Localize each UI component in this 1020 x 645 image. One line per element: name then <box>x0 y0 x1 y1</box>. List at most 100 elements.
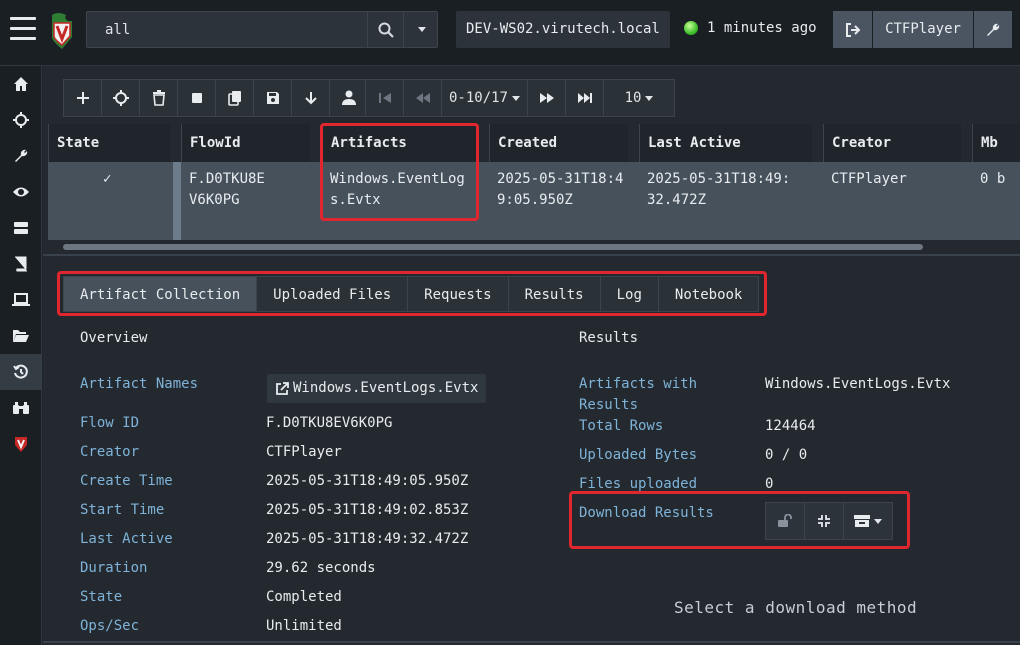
sidebar-item-velociraptor[interactable] <box>0 426 42 462</box>
user-button[interactable] <box>330 80 368 116</box>
start-time-value: 2025-05-31T18:49:02.853Z <box>266 502 469 518</box>
plus-icon <box>76 92 89 104</box>
hamburger-menu-icon[interactable] <box>10 17 36 41</box>
arrow-down-icon <box>304 92 317 105</box>
search-input[interactable] <box>87 12 367 47</box>
artifact-names-label: Artifact Names <box>80 376 199 392</box>
first-page-button[interactable] <box>366 80 404 116</box>
cell-mb: 0 b <box>980 171 1006 187</box>
last-active-value: 2025-05-31T18:49:32.472Z <box>266 531 469 547</box>
sidebar-item-hunt-search[interactable] <box>0 390 42 426</box>
download-button[interactable] <box>292 80 330 116</box>
copy-button[interactable] <box>216 80 254 116</box>
chevron-down-icon <box>417 27 426 32</box>
last-page-button[interactable] <box>566 80 604 116</box>
chevron-down-icon <box>512 95 520 101</box>
settings-button[interactable] <box>974 11 1012 48</box>
unlocked-download-button[interactable] <box>766 503 805 539</box>
artifact-name-link[interactable]: Windows.EventLogs.Evtx <box>267 374 487 403</box>
sidebar-item-home[interactable] <box>0 66 42 102</box>
online-status-icon <box>684 21 698 35</box>
sidebar <box>0 66 42 645</box>
cell-created: 2025-05-31T18:49:05.950Z <box>497 171 624 208</box>
cell-flowid: F.D0TKU8EV6K0PG <box>189 171 265 208</box>
sidebar-item-vfs[interactable] <box>0 318 42 354</box>
sidebar-item-events[interactable] <box>0 174 42 210</box>
uploaded-bytes-label: Uploaded Bytes <box>579 447 698 463</box>
state-label: State <box>80 589 123 605</box>
forward-icon <box>539 93 554 103</box>
download-options <box>765 502 893 540</box>
flow-toolbar <box>63 79 369 117</box>
crosshairs-icon <box>13 112 29 128</box>
top-bar: DEV-WS02.virutech.local 1 minutes ago CT… <box>0 0 1020 66</box>
sidebar-item-collected[interactable] <box>0 354 42 390</box>
page-size-dropdown[interactable]: 10 <box>604 80 674 116</box>
tab-notebook[interactable]: Notebook <box>658 276 760 312</box>
files-uploaded-label: Files uploaded <box>579 476 698 492</box>
row-selection-marker <box>173 162 181 240</box>
column-header-creator[interactable]: Creator <box>823 124 961 162</box>
last-active-label: Last Active <box>80 531 173 547</box>
save-button[interactable] <box>254 80 292 116</box>
stop-button[interactable] <box>178 80 216 116</box>
sidebar-item-notebooks[interactable] <box>0 246 42 282</box>
column-header-state[interactable]: State <box>48 124 170 162</box>
panel-divider[interactable] <box>43 254 1020 256</box>
search-dropdown-button[interactable] <box>403 12 439 47</box>
user-menu-button[interactable]: CTFPlayer <box>873 11 973 48</box>
unlock-icon <box>778 514 792 527</box>
next-page-button[interactable] <box>528 80 566 116</box>
tab-uploaded-files[interactable]: Uploaded Files <box>257 276 409 312</box>
archive-download-dropdown[interactable] <box>844 503 892 539</box>
overview-title: Overview <box>80 330 148 346</box>
artifacts-with-results-value: Windows.EventLogs.Evtx <box>765 376 951 392</box>
sidebar-item-server[interactable] <box>0 210 42 246</box>
collect-again-button[interactable] <box>102 80 140 116</box>
tab-requests[interactable]: Requests <box>408 276 509 312</box>
column-header-artifacts[interactable]: Artifacts <box>322 124 477 162</box>
total-rows-value: 124464 <box>765 418 816 434</box>
logout-button[interactable] <box>833 11 872 48</box>
new-collection-button[interactable] <box>64 80 102 116</box>
total-rows-label: Total Rows <box>579 418 664 434</box>
velociraptor-shield-icon <box>15 437 27 452</box>
duration-value: 29.62 seconds <box>266 560 376 576</box>
tab-results[interactable]: Results <box>508 276 601 312</box>
ops-sec-label: Ops/Sec <box>80 618 140 634</box>
tab-log[interactable]: Log <box>600 276 659 312</box>
search-button[interactable] <box>367 12 403 47</box>
state-value: Completed <box>266 589 342 605</box>
column-header-last-active[interactable]: Last Active <box>639 124 812 162</box>
compress-download-button[interactable] <box>805 503 844 539</box>
home-icon <box>14 77 28 91</box>
client-hostname[interactable]: DEV-WS02.virutech.local <box>456 11 670 48</box>
trash-icon <box>152 90 165 106</box>
page-range-dropdown[interactable]: 0-10/17 <box>442 80 528 116</box>
velociraptor-logo[interactable] <box>46 11 78 51</box>
laptop-icon <box>12 293 30 306</box>
column-header-created[interactable]: Created <box>489 124 628 162</box>
previous-page-button[interactable] <box>404 80 442 116</box>
files-uploaded-value: 0 <box>765 476 774 492</box>
sidebar-item-hunts[interactable] <box>0 102 42 138</box>
archive-icon <box>854 515 870 527</box>
sidebar-item-client-info[interactable] <box>0 282 42 318</box>
horizontal-scrollbar[interactable] <box>63 244 923 250</box>
stop-icon <box>191 93 202 103</box>
last-seen-text: 1 minutes ago <box>707 20 817 36</box>
artifacts-with-results-label: Artifacts with Results <box>579 376 698 413</box>
column-header-flowid[interactable]: FlowId <box>181 124 310 162</box>
binoculars-icon <box>13 402 29 414</box>
page-range-text: 0-10/17 <box>448 90 508 106</box>
cell-last-active: 2025-05-31T18:49:32.472Z <box>647 171 791 208</box>
sidebar-item-artifacts[interactable] <box>0 138 42 174</box>
crosshairs-icon <box>112 90 129 106</box>
column-header-mb[interactable]: Mb <box>972 124 1020 162</box>
delete-button[interactable] <box>140 80 178 116</box>
chevron-down-icon <box>645 95 654 101</box>
artifact-name-text: Windows.EventLogs.Evtx <box>293 380 479 396</box>
tab-artifact-collection[interactable]: Artifact Collection <box>63 276 258 312</box>
wrench-icon <box>987 23 1000 36</box>
flow-id-value: F.D0TKU8EV6K0PG <box>266 415 393 431</box>
